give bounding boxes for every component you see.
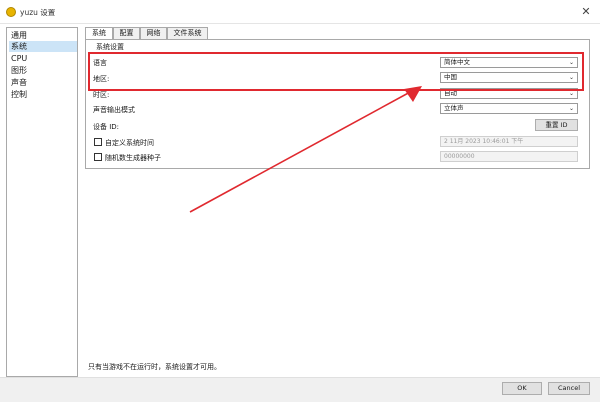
arrow-shaft: [189, 90, 413, 213]
annotation-arrow: [189, 86, 422, 213]
settings-availability-note: 只有当游戏不在运行时，系统设置才可用。: [88, 363, 221, 371]
ok-button[interactable]: OK: [502, 382, 542, 395]
cancel-button[interactable]: Cancel: [548, 382, 590, 395]
